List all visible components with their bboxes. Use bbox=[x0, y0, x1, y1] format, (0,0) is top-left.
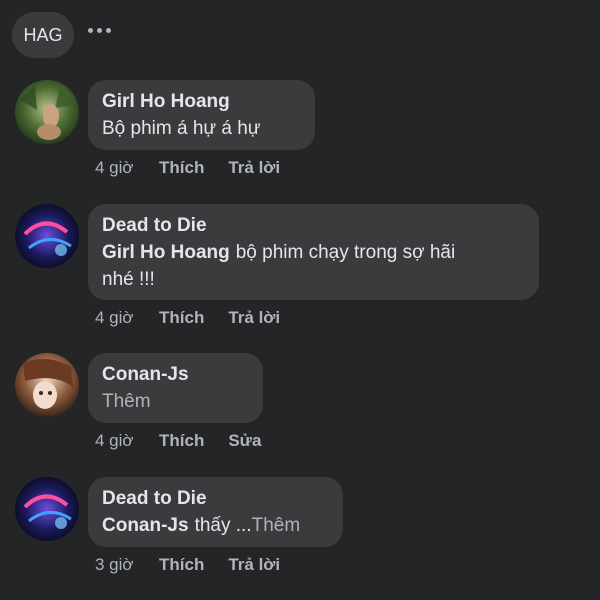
comment-text: Bộ phim á hự á hự bbox=[102, 118, 261, 139]
hag-chip-label: HAG bbox=[23, 24, 63, 45]
like-button[interactable]: Thích bbox=[159, 431, 204, 451]
comment-item: Girl Ho Hoang Bộ phim á hự á hự 4 giờ Th… bbox=[15, 80, 575, 190]
reply-button[interactable]: Trả lời bbox=[228, 308, 280, 328]
comment-author[interactable]: Dead to Die bbox=[102, 487, 329, 511]
more-horizontal-icon[interactable] bbox=[88, 28, 111, 33]
comment-time[interactable]: 4 giờ bbox=[95, 308, 159, 328]
see-more-link[interactable]: Thêm bbox=[252, 515, 301, 536]
comment-time[interactable]: 4 giờ bbox=[95, 158, 159, 178]
hag-chip[interactable]: HAG bbox=[12, 12, 74, 58]
comment-text: Conan-Js thấy ...Thêm bbox=[102, 511, 329, 541]
mention-link[interactable]: Girl Ho Hoang bbox=[102, 242, 230, 263]
avatar[interactable] bbox=[15, 80, 79, 144]
like-button[interactable]: Thích bbox=[159, 158, 204, 178]
edit-button[interactable]: Sửa bbox=[228, 431, 261, 451]
comment-author[interactable]: Girl Ho Hoang bbox=[102, 90, 301, 114]
like-button[interactable]: Thích bbox=[159, 308, 204, 328]
avatar[interactable] bbox=[15, 477, 79, 541]
comment-author[interactable]: Conan-Js bbox=[102, 363, 249, 387]
comment-time[interactable]: 3 giờ bbox=[95, 555, 159, 575]
comment-bubble: Conan-Js Thêm bbox=[88, 353, 263, 423]
comment-text-body: thấy ... bbox=[194, 515, 252, 536]
comment-thread: HAG Girl Ho Hoang Bộ phim á hự á hự 4 gi… bbox=[0, 0, 600, 600]
like-button[interactable]: Thích bbox=[159, 555, 204, 575]
comment-bubble: Dead to Die Girl Ho Hoang bộ phim chạy tr… bbox=[88, 204, 539, 300]
reply-button[interactable]: Trả lời bbox=[228, 158, 280, 178]
comment-item: Dead to Die Conan-Js thấy ...Thêm 3 giờ T… bbox=[15, 477, 575, 587]
comment-actions: 4 giờ Thích Sửa bbox=[95, 431, 285, 451]
comment-item: Conan-Js Thêm 4 giờ Thích Sửa bbox=[15, 353, 575, 463]
comment-actions: 3 giờ Thích Trả lời bbox=[95, 555, 304, 575]
comment-text: Girl Ho Hoang bộ phim chạy trong sợ hãi bbox=[102, 238, 525, 268]
comment-time[interactable]: 4 giờ bbox=[95, 431, 159, 451]
comment-actions: 4 giờ Thích Trả lời bbox=[95, 158, 304, 178]
comment-bubble: Girl Ho Hoang Bộ phim á hự á hự bbox=[88, 80, 315, 150]
comment-bubble: Dead to Die Conan-Js thấy ...Thêm bbox=[88, 477, 343, 547]
reply-button[interactable]: Trả lời bbox=[228, 555, 280, 575]
comment-item: Dead to Die Girl Ho Hoang bộ phim chạy tr… bbox=[15, 204, 575, 334]
avatar[interactable] bbox=[15, 204, 79, 268]
avatar[interactable] bbox=[15, 353, 79, 417]
comment-author[interactable]: Dead to Die bbox=[102, 214, 525, 238]
comment-actions: 4 giờ Thích Trả lời bbox=[95, 308, 304, 328]
comment-text-line1: bộ phim chạy trong sợ hãi bbox=[235, 242, 456, 263]
comment-text-line2: nhé !!! bbox=[102, 269, 155, 290]
mention-link[interactable]: Conan-Js bbox=[102, 515, 189, 536]
see-more-link[interactable]: Thêm bbox=[102, 387, 249, 417]
